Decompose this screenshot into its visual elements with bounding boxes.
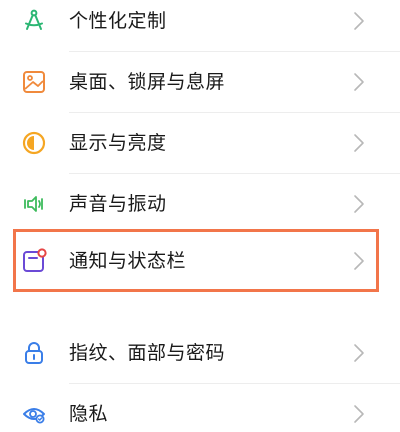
settings-item-privacy[interactable]: 隐私	[0, 384, 400, 432]
settings-item-label: 隐私	[69, 403, 109, 425]
settings-item-label: 声音与振动	[69, 193, 167, 215]
settings-item-label: 通知与状态栏	[69, 250, 187, 272]
settings-item-desktop-lockscreen[interactable]: 桌面、锁屏与息屏	[0, 52, 400, 112]
chevron-right-icon	[354, 405, 364, 423]
settings-item-label: 桌面、锁屏与息屏	[69, 71, 226, 93]
settings-item-notification-statusbar[interactable]: 通知与状态栏	[0, 231, 400, 291]
settings-item-label: 个性化定制	[69, 10, 167, 32]
settings-item-sound-vibration[interactable]: 声音与振动	[0, 174, 400, 234]
notification-icon	[20, 247, 48, 275]
settings-item-label: 显示与亮度	[69, 132, 167, 154]
settings-screen: 个性化定制 桌面、锁屏与息屏 显示与亮度 声音与振动 通知与状态栏 指纹、面部与…	[0, 0, 400, 432]
privacy-icon	[20, 400, 48, 428]
chevron-right-icon	[354, 134, 364, 152]
speaker-icon	[20, 190, 48, 218]
wallpaper-icon	[20, 68, 48, 96]
settings-item-personalization[interactable]: 个性化定制	[0, 0, 400, 51]
settings-item-fingerprint-face-password[interactable]: 指纹、面部与密码	[0, 323, 400, 383]
chevron-right-icon	[354, 195, 364, 213]
chevron-right-icon	[354, 252, 364, 270]
chevron-right-icon	[354, 73, 364, 91]
settings-item-label: 指纹、面部与密码	[69, 342, 226, 364]
brightness-icon	[20, 129, 48, 157]
chevron-right-icon	[354, 344, 364, 362]
lock-icon	[20, 339, 48, 367]
settings-item-display-brightness[interactable]: 显示与亮度	[0, 113, 400, 173]
chevron-right-icon	[354, 12, 364, 30]
brush-icon	[20, 7, 48, 35]
